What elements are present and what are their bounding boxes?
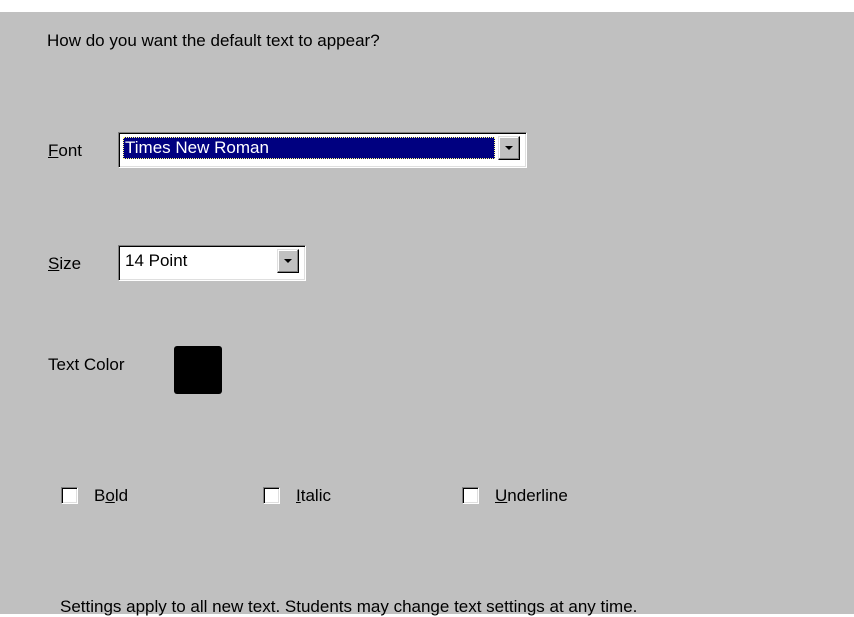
- bold-checkbox[interactable]: [61, 487, 78, 504]
- size-label-rest: ize: [59, 254, 82, 273]
- font-label: Font: [48, 141, 82, 161]
- bold-label[interactable]: Bold: [94, 486, 128, 506]
- size-select-value: 14 Point: [125, 251, 188, 270]
- italic-label[interactable]: Italic: [296, 486, 331, 506]
- underline-checkbox[interactable]: [462, 487, 479, 504]
- size-label: Size: [48, 254, 81, 274]
- italic-checkbox[interactable]: [263, 487, 280, 504]
- underline-label[interactable]: Underline: [495, 486, 568, 506]
- underline-label-post: nderline: [507, 486, 568, 505]
- chevron-down-icon: [284, 259, 292, 263]
- prompt-text: How do you want the default text to appe…: [47, 31, 380, 50]
- font-label-rest: ont: [58, 141, 83, 160]
- bold-label-pre: B: [94, 486, 106, 505]
- underline-label-mnemonic: U: [495, 486, 508, 505]
- size-label-mnemonic: S: [48, 254, 60, 273]
- font-select[interactable]: Times New Roman: [118, 132, 527, 168]
- bold-label-post: ld: [114, 486, 129, 505]
- text-color-label: Text Color: [48, 355, 125, 374]
- settings-panel: How do you want the default text to appe…: [0, 12, 854, 616]
- font-dropdown-button[interactable]: [498, 136, 520, 160]
- font-select-value: Times New Roman: [123, 137, 495, 159]
- font-label-mnemonic: F: [48, 141, 59, 160]
- text-color-swatch[interactable]: [174, 346, 222, 394]
- chevron-down-icon: [505, 146, 513, 150]
- settings-note: Settings apply to all new text. Students…: [60, 597, 638, 616]
- size-dropdown-button[interactable]: [277, 249, 299, 273]
- italic-label-post: talic: [300, 486, 331, 505]
- size-select[interactable]: 14 Point: [118, 245, 306, 281]
- bold-label-mnemonic: o: [105, 486, 115, 505]
